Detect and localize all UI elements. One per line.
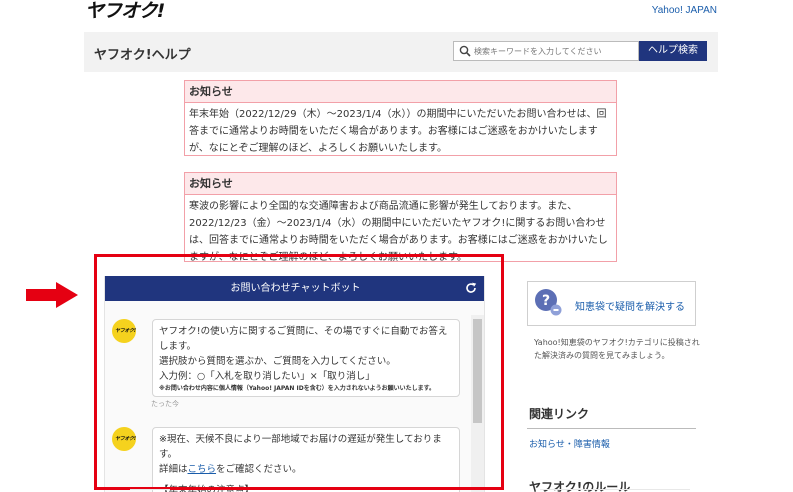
notice-heading: お知らせ — [185, 81, 616, 103]
related-links-heading: 関連リンク — [529, 407, 590, 421]
notice-body: 寒波の影響により全国的な交通障害および商品流通に影響が発生しております。また、2… — [189, 201, 608, 262]
chiebukuro-description: Yahoo!知恵袋のヤフオク!カテゴリに投稿された解決済みの質問を見てみましょう… — [534, 338, 700, 360]
highlight-frame — [94, 254, 504, 490]
notice-box: お知らせ 年末年始（2022/12/29（木）～2023/1/4（水））の期間中… — [184, 80, 617, 156]
svg-text:?: ? — [542, 293, 550, 309]
chiebukuro-label: 知恵袋で疑問を解決する — [575, 302, 685, 313]
chiebukuro-button[interactable]: ? 知恵袋で疑問を解決する — [527, 281, 696, 326]
question-bubble-icon: ? — [535, 289, 562, 316]
search-box[interactable] — [453, 41, 639, 61]
notice-heading: お知らせ — [185, 173, 616, 195]
yafuoku-logo[interactable]: ヤフオク! — [85, 0, 167, 22]
search-input[interactable] — [474, 42, 636, 60]
notice-box: お知らせ 寒波の影響により全国的な交通障害および商品流通に影響が発生しております… — [184, 172, 617, 262]
related-link-notices[interactable]: お知らせ・障害情報 — [529, 437, 610, 450]
divider — [540, 489, 690, 490]
yahoo-japan-link[interactable]: Yahoo! JAPAN — [652, 5, 717, 16]
notice-body: 年末年始（2022/12/29（木）～2023/1/4（水））の期間中にいただい… — [189, 109, 607, 154]
divider — [130, 489, 170, 490]
divider — [527, 428, 696, 429]
red-arrow-icon — [26, 282, 78, 308]
help-search-button[interactable]: ヘルプ検索 — [639, 41, 707, 61]
help-header-bar: ヤフオク!ヘルプ ヘルプ検索 — [84, 32, 718, 72]
help-title[interactable]: ヤフオク!ヘルプ — [94, 44, 191, 63]
search-icon — [459, 45, 471, 57]
